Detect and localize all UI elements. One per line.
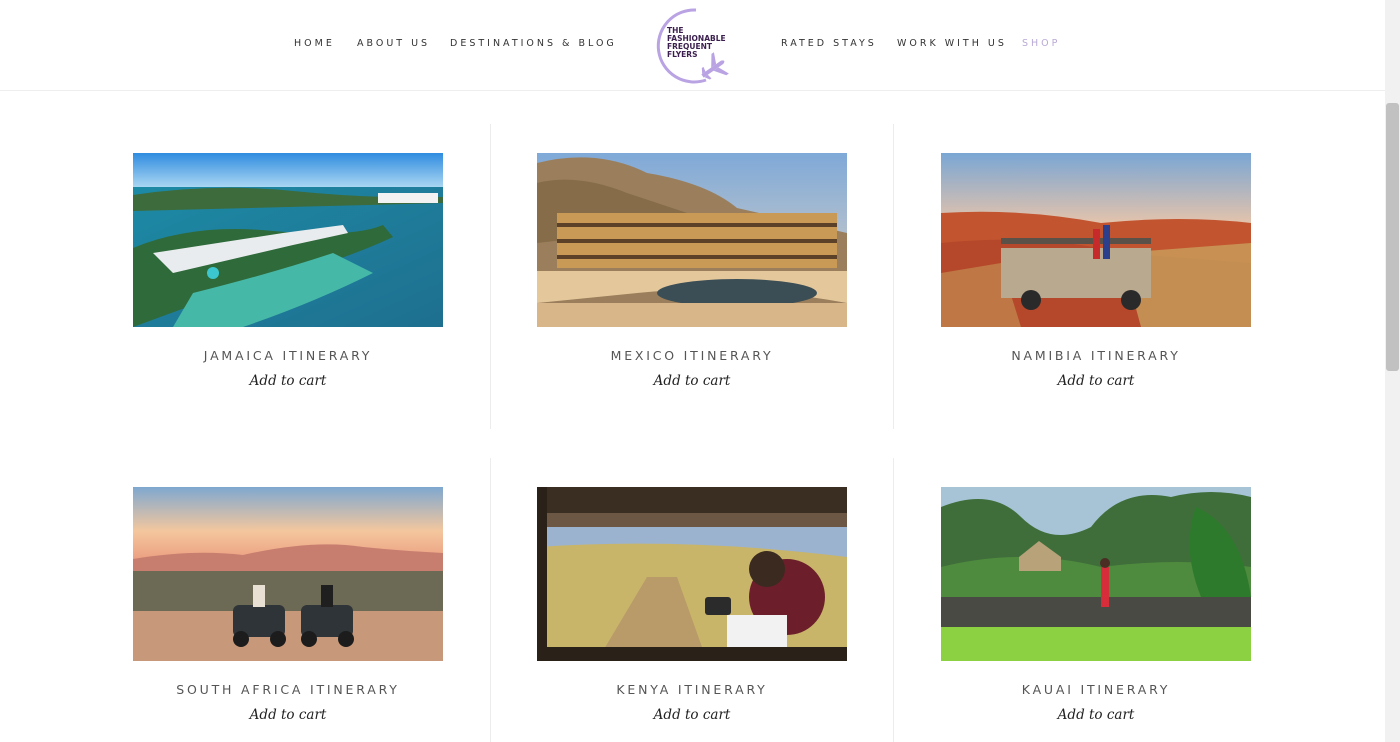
nav-work-with-us[interactable]: WORK WITH US — [897, 38, 1007, 49]
nav-destinations-blog[interactable]: DESTINATIONS & BLOG — [450, 38, 617, 49]
product-image-namibia[interactable] — [941, 153, 1251, 327]
add-to-cart-link[interactable]: Add to cart — [133, 373, 443, 389]
product-title[interactable]: NAMIBIA ITINERARY — [941, 348, 1251, 363]
product-card: JAMAICA ITINERARY Add to cart — [133, 124, 537, 429]
add-to-cart-link[interactable]: Add to cart — [537, 707, 847, 723]
scrollbar-thumb[interactable] — [1386, 103, 1399, 371]
product-image-jamaica[interactable] — [133, 153, 443, 327]
nav-rated-stays[interactable]: RATED STAYS — [781, 38, 877, 49]
product-title[interactable]: KAUAI ITINERARY — [941, 682, 1251, 697]
product-image-kenya[interactable] — [537, 487, 847, 661]
add-to-cart-link[interactable]: Add to cart — [537, 373, 847, 389]
product-title[interactable]: KENYA ITINERARY — [537, 682, 847, 697]
nav-about-us[interactable]: ABOUT US — [357, 38, 430, 49]
product-title[interactable]: MEXICO ITINERARY — [537, 348, 847, 363]
product-card: NAMIBIA ITINERARY Add to cart — [893, 124, 1297, 429]
product-card: MEXICO ITINERARY Add to cart — [490, 124, 894, 429]
nav-home[interactable]: HOME — [294, 38, 335, 49]
logo-line-4: FLYERS — [667, 50, 697, 59]
product-image-south-africa[interactable] — [133, 487, 443, 661]
add-to-cart-link[interactable]: Add to cart — [941, 707, 1251, 723]
product-title[interactable]: JAMAICA ITINERARY — [133, 348, 443, 363]
add-to-cart-link[interactable]: Add to cart — [941, 373, 1251, 389]
site-logo[interactable]: THE FASHIONABLE FREQUENT FLYERS — [648, 4, 738, 88]
product-image-mexico[interactable] — [537, 153, 847, 327]
product-title[interactable]: SOUTH AFRICA ITINERARY — [133, 682, 443, 697]
add-to-cart-link[interactable]: Add to cart — [133, 707, 443, 723]
product-card: KENYA ITINERARY Add to cart — [490, 458, 894, 742]
product-image-kauai[interactable] — [941, 487, 1251, 661]
site-header: HOME ABOUT US DESTINATIONS & BLOG THE FA… — [0, 0, 1385, 91]
product-card: SOUTH AFRICA ITINERARY Add to cart — [133, 458, 537, 742]
nav-shop[interactable]: SHOP — [1022, 38, 1060, 49]
product-card: KAUAI ITINERARY Add to cart — [893, 458, 1297, 742]
